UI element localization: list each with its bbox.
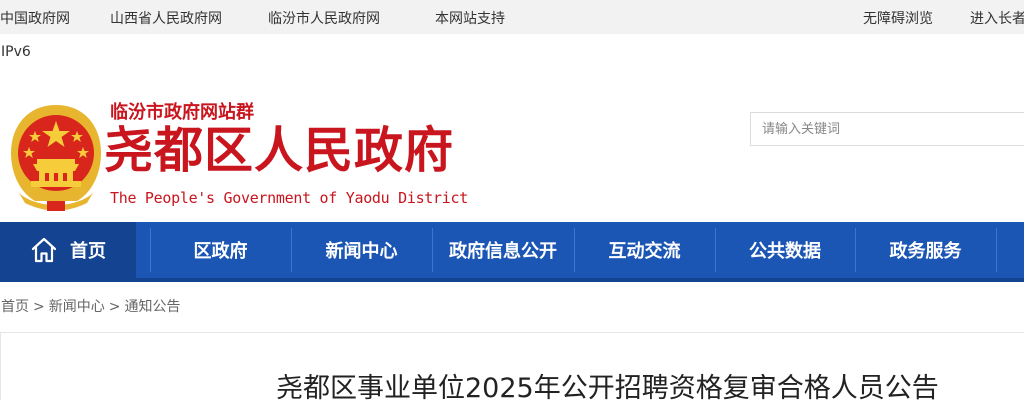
link-linfen-gov[interactable]: 临汾市人民政府网 — [268, 8, 380, 28]
nav-divider — [996, 228, 997, 272]
article-title: 尧都区事业单位2025年公开招聘资格复审合格人员公告 — [276, 373, 939, 404]
search-box — [750, 112, 1024, 146]
top-bar: 中国政府网 山西省人民政府网 临汾市人民政府网 本网站支持 无障碍浏览 进入长者 — [0, 0, 1024, 34]
breadcrumb-home[interactable]: 首页 — [1, 299, 29, 315]
link-shanxi-gov[interactable]: 山西省人民政府网 — [110, 8, 222, 28]
nav-item-interaction[interactable]: 互动交流 — [574, 222, 715, 278]
breadcrumb-separator: > — [33, 299, 45, 315]
elder-mode-link[interactable]: 进入长者 — [970, 8, 1024, 28]
nav-underline — [0, 278, 1024, 282]
ipv6-badge: IPv6 — [1, 44, 31, 60]
nav-item-gov-services[interactable]: 政务服务 — [855, 222, 996, 278]
home-icon — [31, 237, 57, 263]
nav-item-district-gov[interactable]: 区政府 — [150, 222, 291, 278]
link-china-gov[interactable]: 中国政府网 — [0, 8, 70, 28]
accessibility-link[interactable]: 无障碍浏览 — [863, 8, 933, 28]
nav-home[interactable]: 首页 — [0, 222, 136, 278]
breadcrumb: 首页 > 新闻中心 > 通知公告 — [1, 296, 180, 316]
breadcrumb-separator: > — [108, 299, 121, 315]
site-title[interactable]: 尧都区人民政府 — [104, 123, 454, 178]
main-nav: 首页 区政府 新闻中心 政府信息公开 互动交流 公共数据 政务服务 — [0, 222, 1024, 278]
site-title-english: The People's Government of Yaodu Distric… — [110, 189, 468, 207]
nav-item-gov-info[interactable]: 政府信息公开 — [432, 222, 574, 278]
breadcrumb-news[interactable]: 新闻中心 — [49, 299, 105, 315]
search-input[interactable] — [751, 113, 1024, 145]
nav-item-news[interactable]: 新闻中心 — [291, 222, 432, 278]
nav-item-public-data[interactable]: 公共数据 — [715, 222, 855, 278]
breadcrumb-notices[interactable]: 通知公告 — [124, 299, 180, 315]
national-emblem-icon — [11, 105, 101, 211]
link-site-support[interactable]: 本网站支持 — [435, 8, 505, 28]
nav-home-label: 首页 — [70, 241, 106, 262]
